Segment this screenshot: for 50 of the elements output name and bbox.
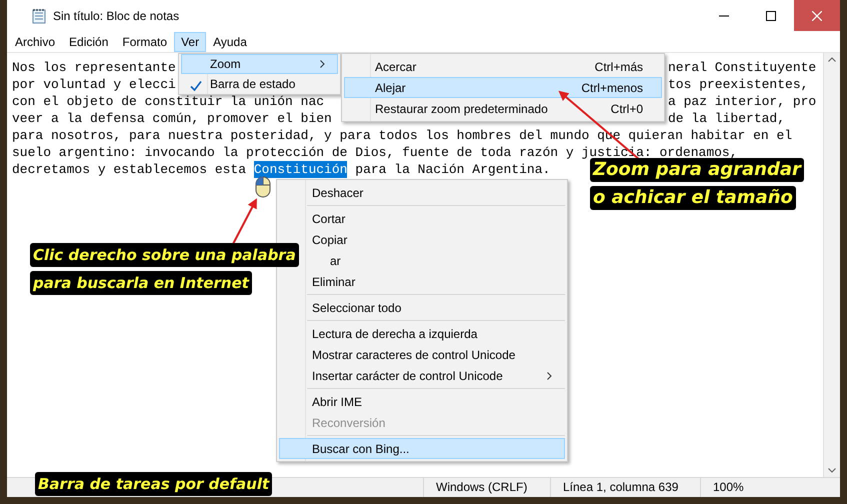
- menu-item[interactable]: Barra de estado: [181, 74, 338, 94]
- shortcut-text: Ctrl+menos: [581, 80, 643, 96]
- menu-item[interactable]: Lectura de derecha a izquierda: [279, 323, 565, 344]
- editor-text: a paz interior, pro: [668, 93, 816, 110]
- menu-item[interactable]: Eliminar: [279, 271, 565, 292]
- menu-item[interactable]: Alejar Ctrl+menos: [344, 77, 662, 98]
- maximize-icon: [766, 10, 776, 20]
- editor-text: con el objeto de constituir la unión nac: [12, 94, 324, 109]
- menu-item[interactable]: Zoom: [181, 54, 338, 74]
- menu-item[interactable]: Archivo: [8, 32, 62, 52]
- status-text: 100%: [700, 478, 840, 497]
- menu-item[interactable]: Seleccionar todo: [279, 297, 565, 318]
- scroll-down-icon[interactable]: [828, 468, 836, 473]
- notepad-icon: [31, 8, 47, 24]
- menu-item[interactable]: Deshacer: [279, 182, 565, 203]
- menu-item[interactable]: Insertar carácter de control Unicode: [279, 365, 565, 386]
- menu-item[interactable]: Cortar: [279, 208, 565, 229]
- editor-text: veer a la defensa común, promover el bien: [12, 111, 332, 126]
- menu-item[interactable]: Restaurar zoom predeterminado Ctrl+0: [344, 98, 662, 119]
- menu-item[interactable]: Ayuda: [206, 32, 254, 52]
- scroll-up-icon[interactable]: [828, 57, 836, 62]
- editor-text: tos preexistentes,: [668, 76, 808, 93]
- editor-text: de la libertad,: [668, 110, 786, 127]
- menu-item[interactable]: Mostrar caracteres de control Unicode: [279, 344, 565, 365]
- editor-text: por voluntad y elecci: [12, 77, 176, 92]
- annotation-text: o achicar el tamaño: [590, 186, 796, 210]
- shortcut-text: Ctrl+más: [594, 58, 643, 76]
- menu-item[interactable]: Ver: [174, 32, 206, 52]
- scrollbar[interactable]: [823, 53, 840, 477]
- annotation-text: Barra de tareas por default: [35, 472, 272, 496]
- status-text: Línea 1, columna 639: [550, 478, 700, 497]
- menu-item[interactable]: Formato: [115, 32, 174, 52]
- editor-text: decretamos y establecemos esta: [12, 161, 248, 178]
- menu-item[interactable]: Acercar Ctrl+más: [344, 56, 662, 77]
- selected-text: Constitución: [254, 161, 348, 178]
- menu-item[interactable]: Abrir IME: [279, 391, 565, 412]
- annotation-text: Zoom para agrandar: [590, 158, 804, 182]
- menu-item[interactable]: Buscar con Bing...: [279, 438, 565, 459]
- annotation-text: Clic derecho sobre una palabra: [30, 243, 299, 267]
- menu-item[interactable]: Edición: [62, 32, 116, 52]
- mouse-icon: [255, 176, 271, 198]
- menu-item[interactable]: ar: [328, 250, 565, 271]
- editor-text: Nos los representante: [12, 60, 176, 75]
- status-text: Windows (CRLF): [423, 478, 550, 497]
- shortcut-text: Ctrl+0: [610, 100, 643, 118]
- window-title: Sin título: Bloc de notas: [53, 8, 180, 24]
- editor-text: para la Nación Argentina.: [354, 161, 550, 178]
- close-icon: [812, 10, 822, 20]
- editor-text: neral Constituyente: [668, 59, 816, 76]
- annotation-text: para buscarla en Internet: [30, 271, 252, 295]
